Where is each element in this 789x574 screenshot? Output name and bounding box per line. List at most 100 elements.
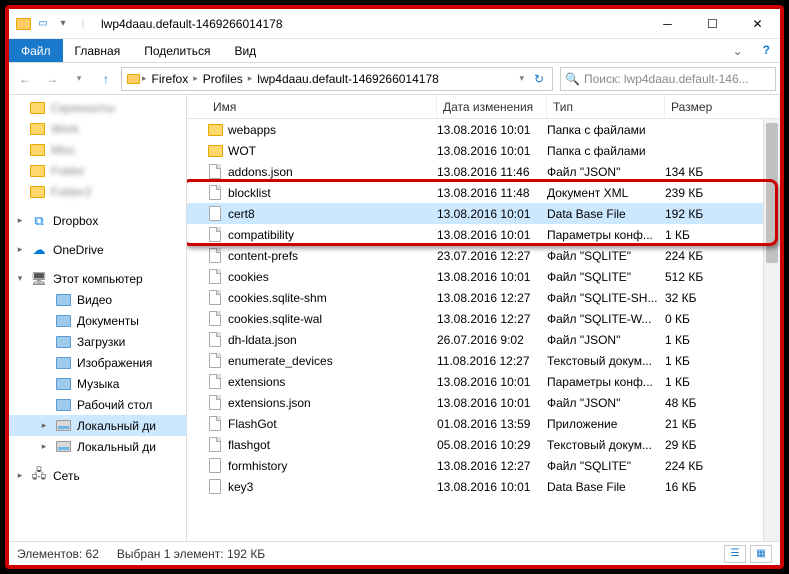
folder-icon bbox=[55, 397, 71, 413]
breadcrumb-item[interactable]: lwp4daau.default-1469266014178 bbox=[252, 72, 444, 86]
folder-icon bbox=[55, 334, 71, 350]
sidebar-item[interactable]: Folder bbox=[9, 160, 186, 181]
file-date: 13.08.2016 11:46 bbox=[437, 165, 547, 179]
chevron-right-icon[interactable]: ▸ bbox=[15, 244, 25, 255]
file-row[interactable]: compatibility 13.08.2016 10:01 Параметры… bbox=[187, 224, 780, 245]
chevron-right-icon[interactable]: ▸ bbox=[39, 420, 49, 431]
nav-pane[interactable]: СкриншотыWorkMiscFolderFolder2▸⧉Dropbox▸… bbox=[9, 95, 187, 541]
file-icon bbox=[207, 374, 223, 390]
folder-icon bbox=[29, 121, 45, 137]
col-size[interactable]: Размер bbox=[665, 95, 780, 118]
file-type: Папка с файлами bbox=[547, 123, 665, 137]
qat-dropdown-icon[interactable]: ▾ bbox=[55, 16, 71, 32]
nav-forward-button[interactable]: → bbox=[40, 67, 64, 91]
file-date: 23.07.2016 12:27 bbox=[437, 249, 547, 263]
maximize-button[interactable]: ☐ bbox=[690, 9, 735, 38]
file-type: Файл "JSON" bbox=[547, 333, 665, 347]
file-icon bbox=[207, 269, 223, 285]
sidebar-item[interactable]: Видео bbox=[9, 289, 186, 310]
db-icon bbox=[207, 458, 223, 474]
folder-icon bbox=[55, 292, 71, 308]
body: СкриншотыWorkMiscFolderFolder2▸⧉Dropbox▸… bbox=[9, 95, 780, 541]
sidebar-onedrive[interactable]: ▸☁OneDrive bbox=[9, 239, 186, 260]
col-date[interactable]: Дата изменения bbox=[437, 95, 547, 118]
file-name: extensions.json bbox=[228, 396, 311, 410]
file-row[interactable]: content-prefs 23.07.2016 12:27 Файл "SQL… bbox=[187, 245, 780, 266]
file-icon bbox=[207, 395, 223, 411]
file-icon bbox=[207, 332, 223, 348]
file-date: 13.08.2016 10:01 bbox=[437, 228, 547, 242]
file-row[interactable]: enumerate_devices 11.08.2016 12:27 Текст… bbox=[187, 350, 780, 371]
help-icon[interactable]: ? bbox=[753, 39, 780, 62]
tab-view[interactable]: Вид bbox=[222, 39, 268, 62]
file-type: Data Base File bbox=[547, 207, 665, 221]
col-name[interactable]: Имя bbox=[207, 95, 437, 118]
chevron-right-icon[interactable]: ▸ bbox=[15, 215, 25, 226]
file-date: 13.08.2016 10:01 bbox=[437, 123, 547, 137]
nav-history-button[interactable]: ▾ bbox=[67, 67, 91, 91]
address-bar[interactable]: ▸ Firefox ▸ Profiles ▸ lwp4daau.default-… bbox=[121, 67, 553, 91]
column-headers[interactable]: Имя Дата изменения Тип Размер bbox=[187, 95, 780, 119]
sidebar-item[interactable]: ▸Локальный ди bbox=[9, 415, 186, 436]
file-row[interactable]: key3 13.08.2016 10:01 Data Base File 16 … bbox=[187, 476, 780, 497]
search-input[interactable]: 🔍 Поиск: lwp4daau.default-146... bbox=[560, 67, 776, 91]
folder-icon bbox=[29, 142, 45, 158]
sidebar-item-label: Документы bbox=[77, 314, 139, 328]
sidebar-item[interactable]: Изображения bbox=[9, 352, 186, 373]
scrollbar-thumb[interactable] bbox=[766, 123, 778, 263]
file-icon bbox=[207, 248, 223, 264]
file-row[interactable]: flashgot 05.08.2016 10:29 Текстовый доку… bbox=[187, 434, 780, 455]
view-icons-button[interactable]: ▦ bbox=[750, 545, 772, 563]
tab-file[interactable]: Файл bbox=[9, 39, 63, 62]
breadcrumb-item[interactable]: Firefox bbox=[147, 72, 194, 86]
sidebar-item[interactable]: Misc bbox=[9, 139, 186, 160]
file-row[interactable]: blocklist 13.08.2016 11:48 Документ XML … bbox=[187, 182, 780, 203]
properties-icon[interactable]: ▭ bbox=[35, 16, 51, 32]
breadcrumb-item[interactable]: Profiles bbox=[198, 72, 248, 86]
close-button[interactable]: ✕ bbox=[735, 9, 780, 38]
scrollbar[interactable] bbox=[763, 119, 780, 541]
sidebar-network[interactable]: ▸🖧Сеть bbox=[9, 465, 186, 486]
file-row[interactable]: extensions.json 13.08.2016 10:01 Файл "J… bbox=[187, 392, 780, 413]
refresh-icon[interactable]: ↻ bbox=[528, 72, 550, 86]
sidebar-item[interactable]: Скриншоты bbox=[9, 97, 186, 118]
sidebar-item[interactable]: Work bbox=[9, 118, 186, 139]
file-name: content-prefs bbox=[228, 249, 298, 263]
sidebar-item[interactable]: Документы bbox=[9, 310, 186, 331]
col-type[interactable]: Тип bbox=[547, 95, 665, 118]
chevron-right-icon[interactable]: ▸ bbox=[15, 470, 25, 481]
sidebar-dropbox[interactable]: ▸⧉Dropbox bbox=[9, 210, 186, 231]
file-row[interactable]: dh-ldata.json 26.07.2016 9:02 Файл "JSON… bbox=[187, 329, 780, 350]
tab-share[interactable]: Поделиться bbox=[132, 39, 222, 62]
sidebar-item[interactable]: Folder2 bbox=[9, 181, 186, 202]
nav-up-button[interactable]: ↑ bbox=[94, 67, 118, 91]
file-row[interactable]: webapps 13.08.2016 10:01 Папка с файлами bbox=[187, 119, 780, 140]
chevron-down-icon[interactable]: ▾ bbox=[15, 273, 25, 284]
sidebar-item[interactable]: Рабочий стол bbox=[9, 394, 186, 415]
nav-back-button[interactable]: ← bbox=[13, 67, 37, 91]
address-dropdown-icon[interactable]: ▾ bbox=[519, 73, 528, 84]
tab-home[interactable]: Главная bbox=[63, 39, 133, 62]
file-name: cookies.sqlite-shm bbox=[228, 291, 327, 305]
folder-icon bbox=[15, 16, 31, 32]
file-row[interactable]: cookies.sqlite-shm 13.08.2016 12:27 Файл… bbox=[187, 287, 780, 308]
file-row[interactable]: formhistory 13.08.2016 12:27 Файл "SQLIT… bbox=[187, 455, 780, 476]
file-list[interactable]: webapps 13.08.2016 10:01 Папка с файлами… bbox=[187, 119, 780, 541]
file-row[interactable]: WOT 13.08.2016 10:01 Папка с файлами bbox=[187, 140, 780, 161]
network-icon: 🖧 bbox=[31, 468, 47, 484]
file-row[interactable]: cookies 13.08.2016 10:01 Файл "SQLITE" 5… bbox=[187, 266, 780, 287]
file-row[interactable]: cert8 13.08.2016 10:01 Data Base File 19… bbox=[187, 203, 780, 224]
file-row[interactable]: addons.json 13.08.2016 11:46 Файл "JSON"… bbox=[187, 161, 780, 182]
file-date: 13.08.2016 10:01 bbox=[437, 144, 547, 158]
view-details-button[interactable]: ☰ bbox=[724, 545, 746, 563]
minimize-button[interactable]: ─ bbox=[645, 9, 690, 38]
file-row[interactable]: FlashGot 01.08.2016 13:59 Приложение 21 … bbox=[187, 413, 780, 434]
sidebar-thispc[interactable]: ▾🖥Этот компьютер bbox=[9, 268, 186, 289]
sidebar-item[interactable]: Музыка bbox=[9, 373, 186, 394]
chevron-right-icon[interactable]: ▸ bbox=[39, 441, 49, 452]
file-row[interactable]: cookies.sqlite-wal 13.08.2016 12:27 Файл… bbox=[187, 308, 780, 329]
file-row[interactable]: extensions 13.08.2016 10:01 Параметры ко… bbox=[187, 371, 780, 392]
sidebar-item[interactable]: Загрузки bbox=[9, 331, 186, 352]
sidebar-item[interactable]: ▸Локальный ди bbox=[9, 436, 186, 457]
ribbon-expand-icon[interactable]: ⌄ bbox=[723, 39, 753, 62]
